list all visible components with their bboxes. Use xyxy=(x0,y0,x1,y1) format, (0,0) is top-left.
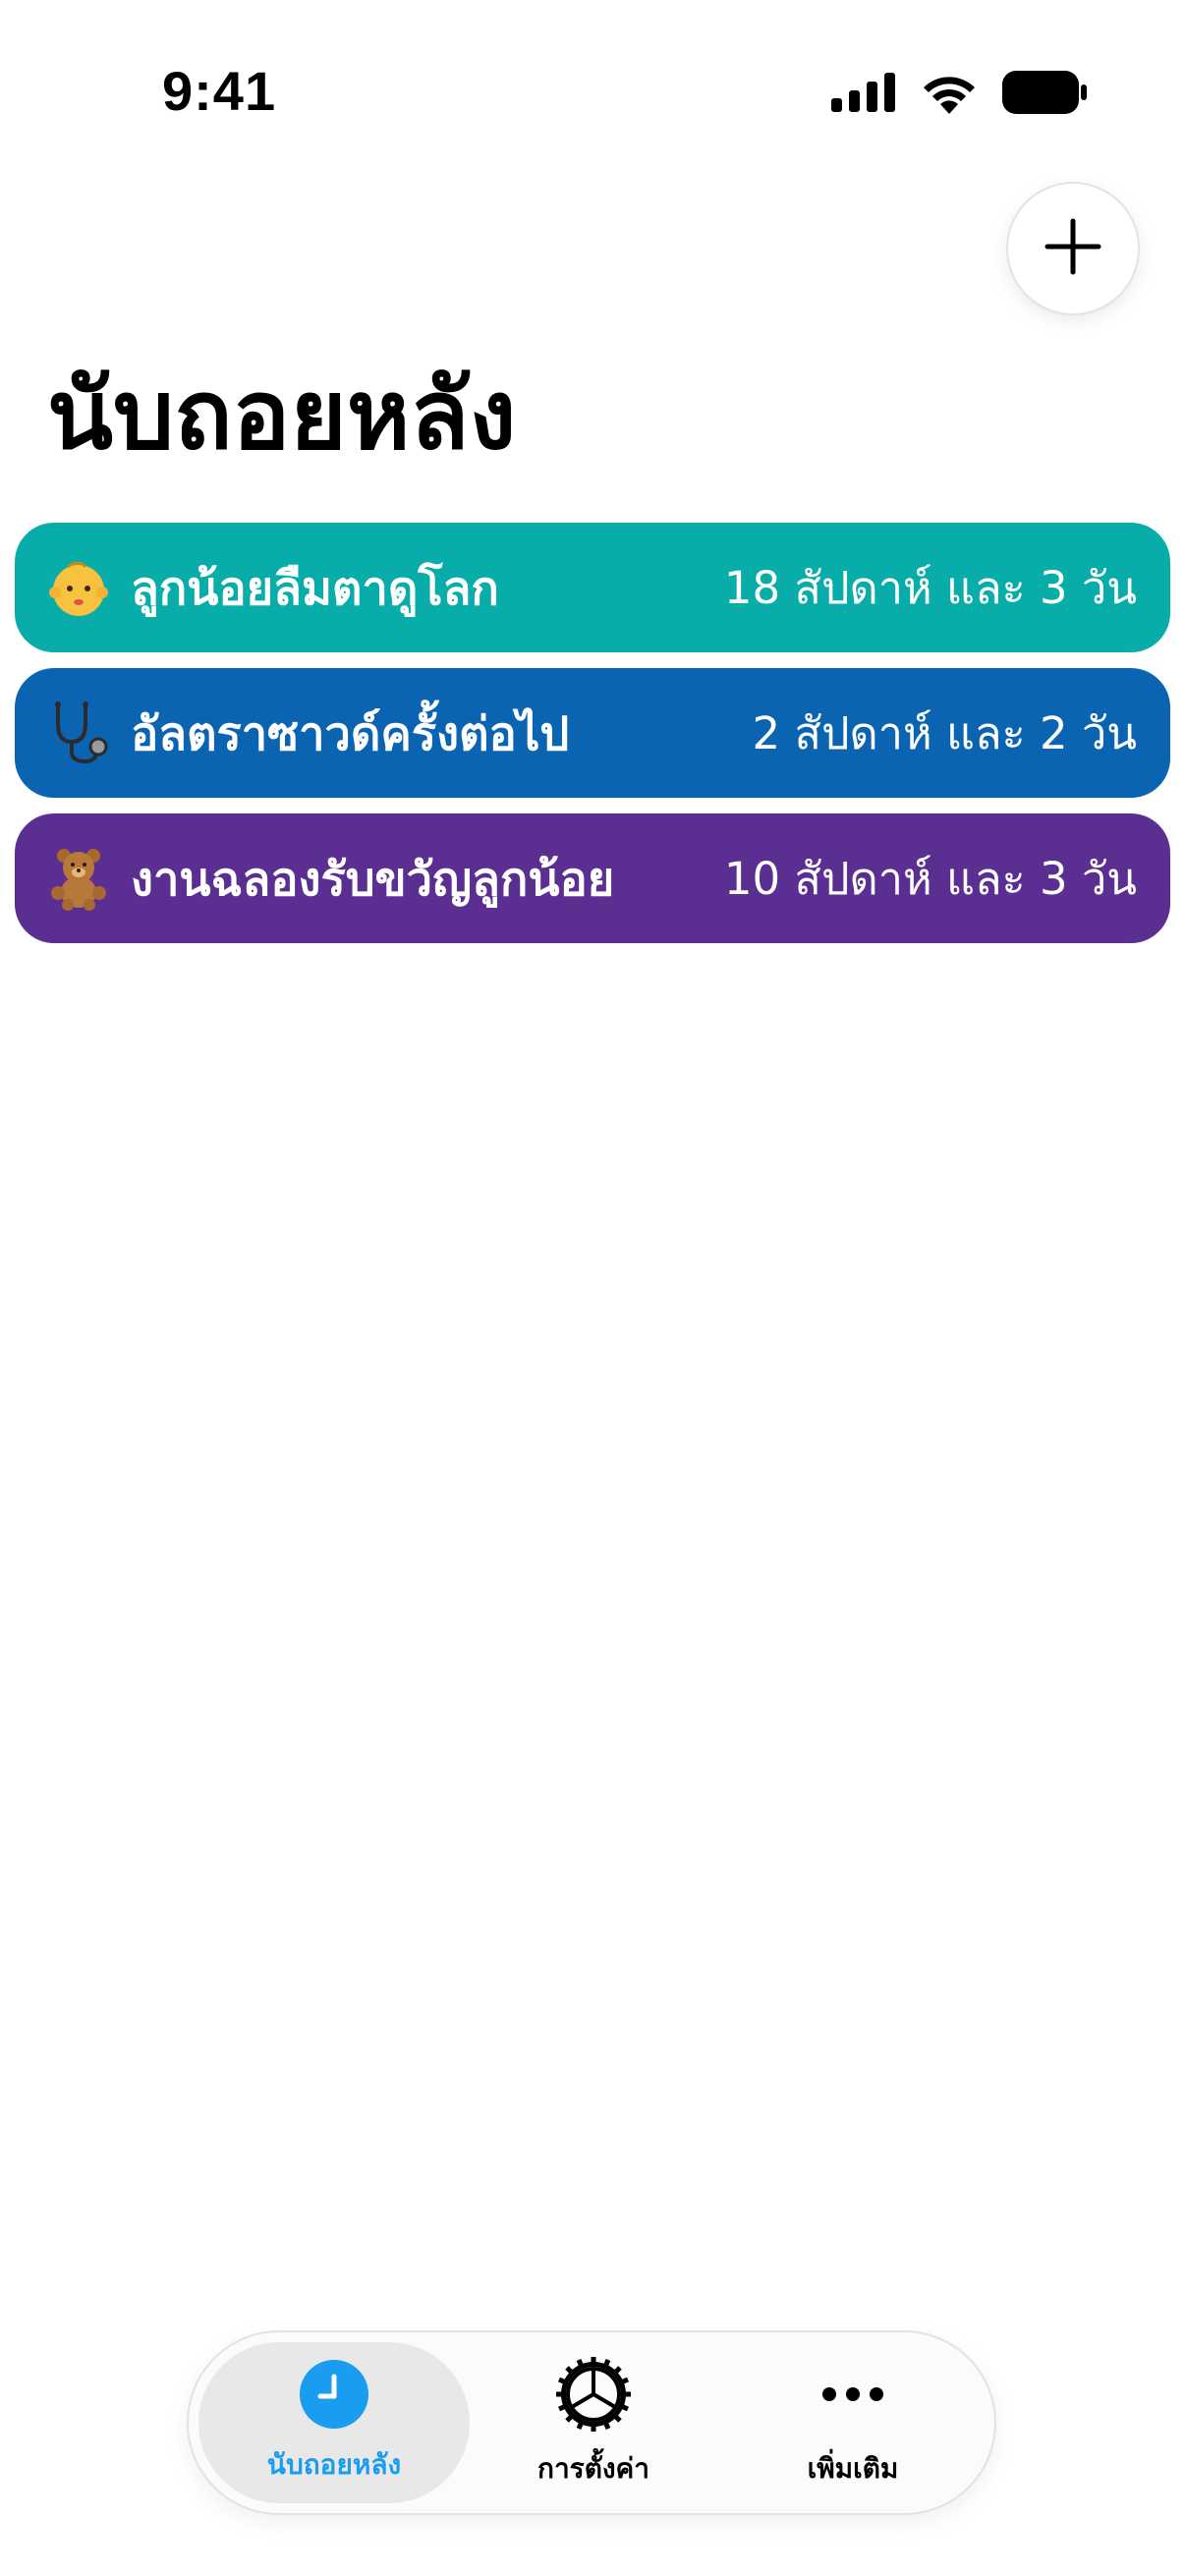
battery-icon xyxy=(1002,71,1087,118)
countdown-list: ลูกน้อยลืมตาดูโลก 18 สัปดาห์ และ 3 วัน อ… xyxy=(15,523,1170,959)
add-countdown-button[interactable] xyxy=(1006,182,1140,315)
plus-icon xyxy=(1044,217,1102,280)
countdown-card[interactable]: อัลตราซาวด์ครั้งต่อไป 2 สัปดาห์ และ 2 วั… xyxy=(15,668,1170,798)
countdown-card[interactable]: ลูกน้อยลืมตาดูโลก 18 สัปดาห์ และ 3 วัน xyxy=(15,523,1170,652)
stethoscope-icon xyxy=(44,699,113,767)
cellular-signal-icon xyxy=(831,73,896,116)
tab-label: นับถอยหลัง xyxy=(266,2448,402,2481)
tab-label: เพิ่มเติม xyxy=(807,2452,899,2485)
wifi-icon xyxy=(920,71,979,118)
countdown-name: งานฉลองรับขวัญลูกน้อย xyxy=(131,852,615,907)
app-screen: 9:41 นับถอยหลัง ลูกน้อยลืมตาดูโลก 18 สัป… xyxy=(0,0,1185,2576)
countdown-value: 18 สัปดาห์ และ 3 วัน xyxy=(723,562,1137,614)
status-icons xyxy=(831,71,1087,118)
countdown-name: ลูกน้อยลืมตาดูโลก xyxy=(131,561,499,616)
tab-settings[interactable]: การตั้งค่า xyxy=(458,2342,729,2503)
gear-icon xyxy=(554,2355,633,2437)
tab-countdown[interactable]: นับถอยหลัง xyxy=(198,2342,470,2503)
teddy-bear-icon xyxy=(44,844,113,913)
clock-icon xyxy=(299,2359,369,2434)
countdown-value: 2 สัปดาห์ และ 2 วัน xyxy=(752,707,1137,759)
countdown-name: อัลตราซาวด์ครั้งต่อไป xyxy=(131,706,570,761)
countdown-card[interactable]: งานฉลองรับขวัญลูกน้อย 10 สัปดาห์ และ 3 ว… xyxy=(15,813,1170,943)
ellipsis-icon xyxy=(814,2355,892,2437)
countdown-value: 10 สัปดาห์ และ 3 วัน xyxy=(723,853,1137,905)
baby-icon xyxy=(44,553,113,622)
tab-more[interactable]: เพิ่มเติม xyxy=(717,2342,988,2503)
tab-bar: นับถอยหลัง การตั้งค่า เพิ่มเติม xyxy=(187,2330,996,2515)
page-title: นับถอยหลัง xyxy=(47,360,517,472)
status-time: 9:41 xyxy=(162,60,277,122)
tab-label: การตั้งค่า xyxy=(536,2452,650,2485)
